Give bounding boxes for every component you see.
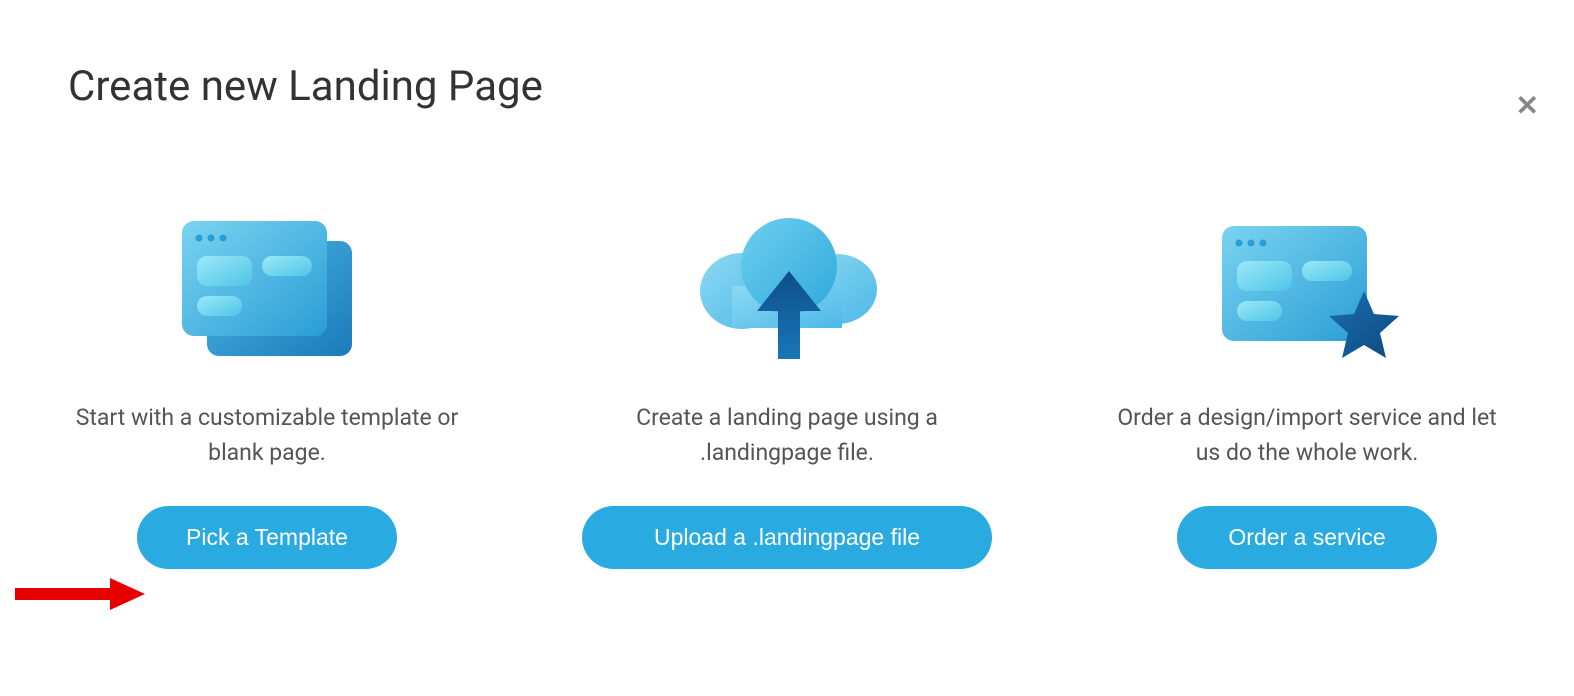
service-description: Order a design/import service and let us… (1107, 401, 1507, 470)
pick-template-button[interactable]: Pick a Template (137, 506, 397, 569)
template-description: Start with a customizable template or bl… (67, 401, 467, 470)
cloud-upload-icon (692, 211, 882, 371)
option-service: Order a design/import service and let us… (1107, 211, 1507, 569)
template-icon (177, 211, 357, 371)
close-icon[interactable]: ✕ (1516, 92, 1539, 120)
upload-file-button[interactable]: Upload a .landingpage file (582, 506, 992, 569)
options-container: Start with a customizable template or bl… (0, 211, 1574, 569)
page-title: Create new Landing Page (68, 62, 1574, 111)
upload-description: Create a landing page using a .landingpa… (587, 401, 987, 470)
order-service-button[interactable]: Order a service (1177, 506, 1437, 569)
service-star-icon (1212, 211, 1402, 371)
arrow-annotation-icon (15, 576, 145, 616)
option-template: Start with a customizable template or bl… (67, 211, 467, 569)
option-upload: Create a landing page using a .landingpa… (587, 211, 987, 569)
